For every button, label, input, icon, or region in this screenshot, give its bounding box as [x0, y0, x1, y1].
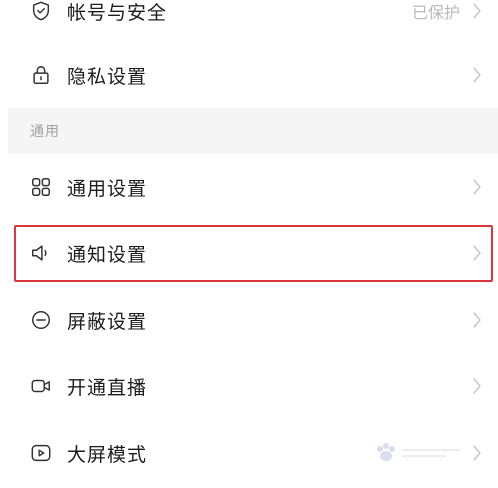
general-settings-row[interactable]: 通用设置 [0, 154, 498, 220]
watermark-logo [368, 436, 468, 470]
account-security-row[interactable]: 帐号与安全 已保护 [0, 0, 498, 44]
grid-icon [30, 176, 52, 198]
general-settings-label: 通用设置 [67, 177, 148, 200]
chevron-right-icon [470, 442, 484, 464]
settings-list: 帐号与安全 已保护 隐私设置 通用 通用设置 通知设置 屏蔽设置 开通直播 大屏… [0, 0, 498, 488]
block-settings-label: 屏蔽设置 [67, 310, 148, 333]
play-screen-icon [30, 442, 52, 464]
block-settings-row[interactable]: 屏蔽设置 [0, 287, 498, 353]
account-security-status: 已保护 [411, 3, 460, 22]
chevron-right-icon [470, 0, 484, 22]
chevron-right-icon [470, 375, 484, 397]
section-title: 通用 [30, 124, 60, 140]
block-minus-icon [30, 309, 52, 331]
video-camera-icon [30, 375, 52, 397]
privacy-settings-row[interactable]: 隐私设置 [0, 42, 498, 108]
highlight-box [14, 225, 493, 282]
chevron-right-icon [470, 64, 484, 86]
privacy-settings-label: 隐私设置 [67, 65, 148, 88]
chevron-right-icon [470, 309, 484, 331]
shield-check-icon [30, 0, 52, 22]
chevron-right-icon [470, 176, 484, 198]
open-live-label: 开通直播 [67, 376, 148, 399]
open-live-row[interactable]: 开通直播 [0, 353, 498, 419]
account-security-label: 帐号与安全 [67, 1, 168, 24]
section-header-general: 通用 [8, 108, 498, 154]
lock-icon [30, 64, 52, 86]
large-screen-mode-label: 大屏模式 [67, 443, 148, 466]
